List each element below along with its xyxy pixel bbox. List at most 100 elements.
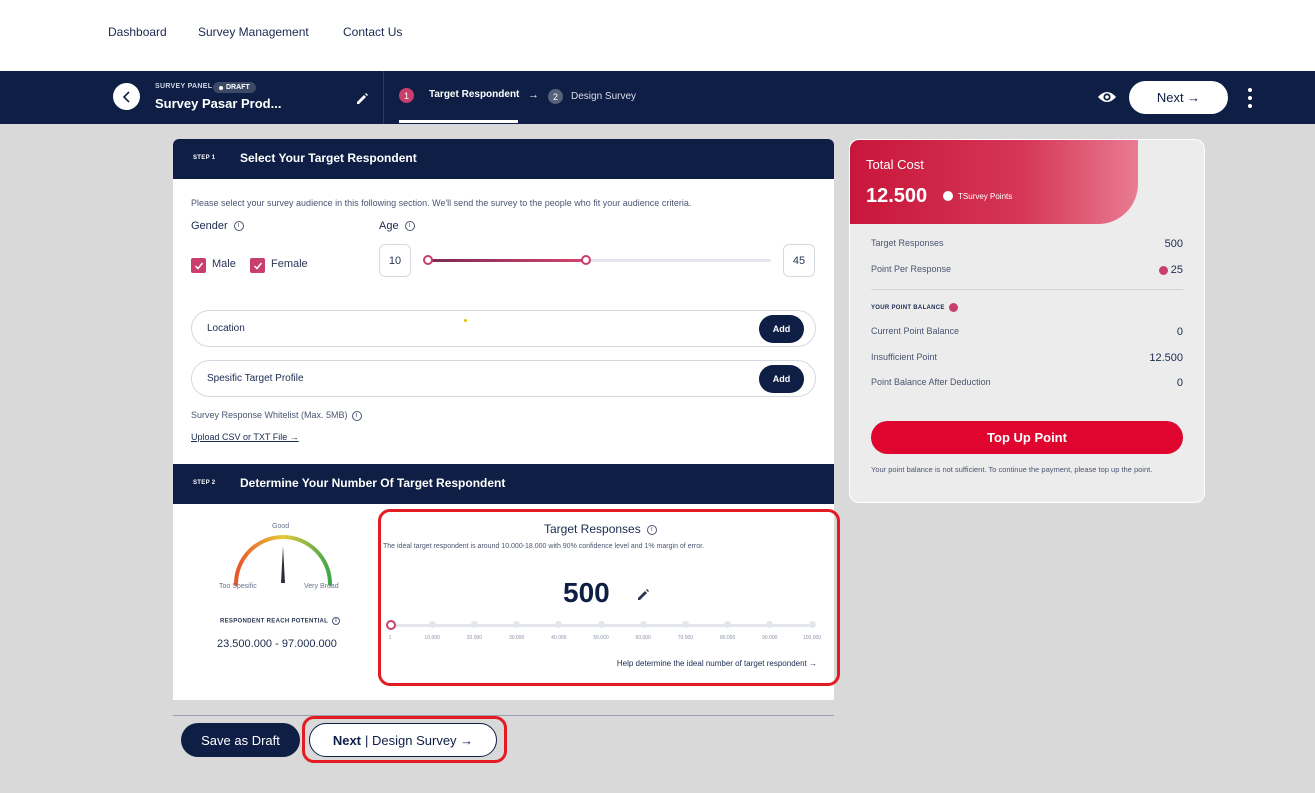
- age-label: Age i: [379, 220, 415, 232]
- highlight-box: [302, 716, 507, 763]
- step1-header: STEP 1 Select Your Target Respondent: [173, 139, 834, 179]
- survey-header: SURVEY PANEL DRAFT Survey Pasar Prod... …: [0, 71, 1315, 124]
- target-responses-title: Target Responses i: [544, 522, 657, 536]
- pencil-icon[interactable]: [636, 588, 650, 602]
- balance-warning: Your point balance is not sufficient. To…: [871, 465, 1153, 474]
- slider-step-dot[interactable]: [808, 621, 816, 628]
- reach-label: RESPONDENT REACH POTENTIAL i: [220, 617, 341, 625]
- nav-dashboard[interactable]: Dashboard: [108, 25, 167, 39]
- target-responses-row: Target Responses 500: [871, 238, 1183, 250]
- point-icon: [948, 303, 958, 312]
- step1-title: Select Your Target Respondent: [240, 151, 417, 165]
- slider-step-dot[interactable]: [681, 621, 689, 628]
- slider-tick-label: 40.000: [551, 635, 567, 641]
- gauge-label-good: Good: [272, 523, 290, 530]
- pencil-icon[interactable]: [355, 92, 369, 106]
- male-checkbox[interactable]: [191, 258, 206, 273]
- age-min-input[interactable]: 10: [379, 244, 411, 277]
- slider-step-dot[interactable]: [428, 621, 436, 628]
- cursor-dot: [464, 319, 467, 322]
- slider-step-dot[interactable]: [639, 621, 647, 628]
- back-button[interactable]: [113, 83, 140, 110]
- age-max-input[interactable]: 45: [783, 244, 815, 277]
- tab-design-survey[interactable]: Design Survey: [571, 91, 636, 102]
- slider-step-dot[interactable]: [597, 621, 605, 628]
- tab-target-respondent[interactable]: Target Respondent: [429, 89, 519, 100]
- step1-card: STEP 1 Select Your Target Respondent Ple…: [173, 139, 834, 464]
- current-balance-row: Current Point Balance 0: [871, 326, 1183, 338]
- slider-tick-label: 20.000: [466, 635, 483, 641]
- target-responses-value: 500: [563, 577, 610, 608]
- age-min-handle[interactable]: [423, 255, 433, 265]
- step2-card: STEP 2 Determine Your Number Of Target R…: [173, 464, 840, 700]
- total-cost-value: 12.500: [866, 185, 928, 207]
- check-icon: [253, 262, 262, 270]
- balance-heading: YOUR POINT BALANCE: [871, 303, 961, 312]
- age-slider-range: [428, 259, 586, 262]
- nav-survey-management[interactable]: Survey Management: [198, 25, 309, 39]
- save-draft-button[interactable]: Save as Draft: [181, 723, 300, 757]
- info-icon[interactable]: i: [233, 221, 244, 232]
- target-responses-handle[interactable]: [386, 620, 396, 630]
- panel-label: SURVEY PANEL: [155, 83, 213, 90]
- target-profile-label: Spesific Target Profile: [207, 373, 304, 384]
- arrow-right-icon: →: [528, 89, 539, 101]
- slider-tick-label: 60.000: [635, 635, 651, 641]
- nav-contact-us[interactable]: Contact Us: [343, 25, 402, 39]
- info-icon[interactable]: i: [646, 524, 657, 535]
- info-icon[interactable]: i: [351, 410, 362, 421]
- reach-gauge: [234, 535, 332, 586]
- slider-tick-label: 50.000: [593, 635, 609, 641]
- add-location-button[interactable]: Add: [759, 315, 804, 343]
- step-tag: STEP 2: [193, 480, 216, 486]
- location-field: Location Add: [191, 310, 816, 347]
- total-cost-unit: TSurvey Points: [943, 191, 1012, 201]
- status-badge: DRAFT: [213, 82, 256, 93]
- slider-step-dot[interactable]: [470, 621, 478, 628]
- slider-tick-label: 90.000: [762, 635, 778, 641]
- footer-divider: [173, 715, 834, 716]
- active-tab-indicator: [399, 120, 518, 123]
- gauge-label-too-specific: Too Spesific: [219, 583, 257, 590]
- slider-tick-label: 1: [388, 635, 392, 641]
- top-up-button[interactable]: Top Up Point: [871, 421, 1183, 454]
- slider-tick-label: 70.000: [677, 635, 694, 641]
- step2-header: STEP 2 Determine Your Number Of Target R…: [173, 464, 834, 504]
- location-label: Location: [207, 323, 245, 334]
- reach-value: 23.500.000 - 97.000.000: [217, 638, 337, 650]
- eye-icon[interactable]: [1097, 89, 1117, 105]
- target-responses-description: The ideal target respondent is around 10…: [383, 543, 705, 550]
- female-checkbox[interactable]: [250, 258, 265, 273]
- gauge-label-very-broad: Very Broad: [304, 583, 339, 590]
- info-icon[interactable]: i: [404, 221, 415, 232]
- point-icon: [1158, 265, 1168, 275]
- chevron-left-icon: [122, 90, 130, 103]
- gender-label: Gender i: [191, 220, 244, 232]
- survey-title: Survey Pasar Prod...: [155, 96, 282, 111]
- age-max-handle[interactable]: [581, 255, 591, 265]
- more-options-icon[interactable]: [1245, 88, 1255, 108]
- next-button[interactable]: Next →: [1129, 81, 1228, 114]
- slider-tick-label: 30.000: [508, 635, 525, 641]
- female-label: Female: [271, 258, 308, 270]
- step-1-number: 1: [399, 88, 414, 103]
- help-link[interactable]: Help determine the ideal number of targe…: [617, 659, 817, 668]
- whitelist-label: Survey Response Whitelist (Max. 5MB) i: [191, 410, 362, 421]
- upload-file-link[interactable]: Upload CSV or TXT File →: [191, 432, 299, 442]
- divider: [383, 71, 384, 124]
- step-tag: STEP 1: [193, 155, 216, 161]
- point-per-response-row: Point Per Response 25: [871, 264, 1183, 276]
- insufficient-point-row: Insufficient Point 12.500: [871, 352, 1183, 364]
- check-icon: [194, 262, 203, 270]
- info-icon[interactable]: i: [332, 617, 341, 625]
- intro-text: Please select your survey audience in th…: [191, 198, 692, 208]
- cost-panel: Total Cost 12.500 TSurvey Points Target …: [849, 139, 1205, 503]
- top-nav: Dashboard Survey Management Contact Us: [0, 0, 1315, 71]
- slider-tick-label: 80.000: [719, 635, 736, 641]
- slider-tick-label: 100.000: [802, 635, 822, 641]
- target-profile-field: Spesific Target Profile Add: [191, 360, 816, 397]
- add-profile-button[interactable]: Add: [759, 365, 804, 393]
- step2-title: Determine Your Number Of Target Responde…: [240, 476, 506, 490]
- point-icon: [943, 191, 953, 201]
- balance-after-row: Point Balance After Deduction 0: [871, 377, 1183, 389]
